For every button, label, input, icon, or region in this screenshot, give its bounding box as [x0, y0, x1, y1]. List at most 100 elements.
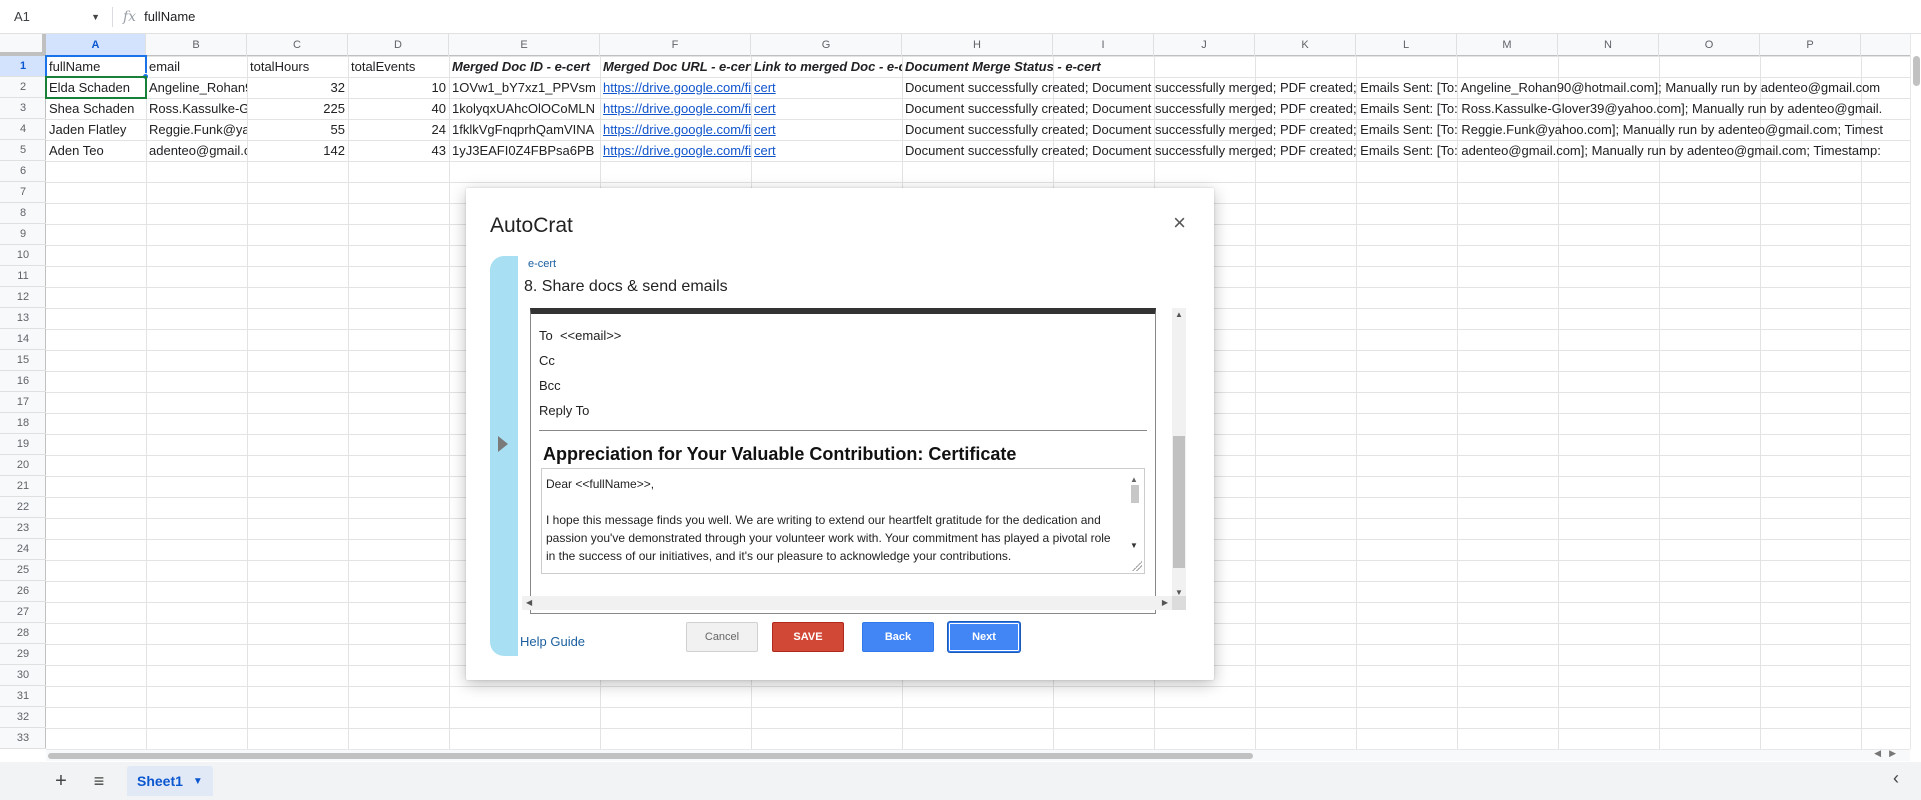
horizontal-scrollbar[interactable]: ◀▶	[46, 748, 1910, 761]
row-header[interactable]: 28	[0, 623, 46, 644]
row-header[interactable]: 11	[0, 266, 46, 287]
row-header[interactable]: 33	[0, 728, 46, 749]
header-cell-totalevents[interactable]: totalEvents	[348, 56, 449, 77]
cell-doc-id[interactable]: 1yJ3EAFI0Z4FBPsa6PB	[449, 140, 600, 161]
cell-fullname[interactable]: Shea Schaden	[46, 98, 146, 119]
back-button[interactable]: Back	[862, 622, 934, 652]
cancel-button[interactable]: Cancel	[686, 622, 758, 652]
row-header[interactable]: 27	[0, 602, 46, 623]
cell-merge-status[interactable]: Document successfully created; Document …	[902, 140, 1910, 161]
row-header[interactable]: 16	[0, 371, 46, 392]
column-header-a[interactable]: A	[46, 34, 146, 56]
cell-doc-url-link[interactable]: https://drive.google.com/file	[600, 119, 751, 140]
header-cell-totalhours[interactable]: totalHours	[247, 56, 348, 77]
row-header[interactable]: 32	[0, 707, 46, 728]
row-header[interactable]: 13	[0, 308, 46, 329]
header-cell-merge-status[interactable]: Document Merge Status - e-cert	[902, 56, 1302, 77]
add-sheet-button[interactable]: +	[47, 767, 75, 795]
close-icon[interactable]: ×	[1173, 212, 1186, 234]
row-header[interactable]: 1	[0, 56, 46, 77]
row-header[interactable]: 23	[0, 518, 46, 539]
header-cell-fullname[interactable]: fullName	[46, 56, 146, 77]
scroll-left-icon[interactable]: ◀	[526, 598, 532, 607]
cell-email[interactable]: Angeline_Rohan90@hotmail.com	[146, 77, 247, 98]
next-button[interactable]: Next	[948, 622, 1020, 652]
scroll-arrows-icon[interactable]: ◀▶	[1874, 748, 1904, 759]
to-field[interactable]: To <<email>>	[539, 328, 621, 343]
email-subject[interactable]: Appreciation for Your Valuable Contribut…	[543, 444, 1016, 465]
row-header[interactable]: 3	[0, 98, 46, 119]
chevron-down-icon[interactable]: ▼	[91, 12, 100, 22]
cell-doc-id[interactable]: 1OVw1_bY7xz1_PPVsm	[449, 77, 600, 98]
chevron-down-icon[interactable]: ▼	[193, 776, 203, 787]
row-header[interactable]: 15	[0, 350, 46, 371]
row-header[interactable]: 31	[0, 686, 46, 707]
to-value[interactable]: <<email>>	[560, 328, 621, 343]
cell-doc-url-link[interactable]: https://drive.google.com/file	[600, 140, 751, 161]
cell-email[interactable]: adenteo@gmail.com	[146, 140, 247, 161]
select-all-corner[interactable]	[0, 34, 46, 56]
expand-arrow-icon[interactable]	[498, 436, 508, 452]
cell-fullname[interactable]: Aden Teo	[46, 140, 146, 161]
header-cell-email[interactable]: email	[146, 56, 247, 77]
cell-total-hours[interactable]: 55	[247, 119, 348, 140]
column-header-b[interactable]: B	[146, 34, 247, 56]
column-header-j[interactable]: J	[1154, 34, 1255, 56]
row-header[interactable]: 2	[0, 77, 46, 98]
cell-total-events[interactable]: 43	[348, 140, 449, 161]
scrollbar-thumb[interactable]	[1173, 436, 1185, 568]
reply-to-field[interactable]: Reply To	[539, 403, 589, 418]
tab-sheet1[interactable]: Sheet1 ▼	[127, 766, 213, 796]
vertical-scrollbar[interactable]	[1910, 34, 1921, 749]
column-header-d[interactable]: D	[348, 34, 449, 56]
formula-input[interactable]: fullName	[144, 9, 195, 24]
cell-cert-link[interactable]: cert	[751, 77, 902, 98]
cell-total-hours[interactable]: 32	[247, 77, 348, 98]
cell-cert-link[interactable]: cert	[751, 98, 902, 119]
column-header-g[interactable]: G	[751, 34, 902, 56]
all-sheets-menu-icon[interactable]: ≡	[85, 767, 113, 795]
header-cell-merged-doc-url[interactable]: Merged Doc URL - e-cert	[600, 56, 751, 77]
cell-fullname[interactable]: Elda Schaden	[46, 77, 146, 98]
cell-email[interactable]: Ross.Kassulke-Glover39@yahoo.com	[146, 98, 247, 119]
cell-cert-link[interactable]: cert	[751, 140, 902, 161]
scrollbar-thumb[interactable]	[1131, 485, 1139, 503]
row-header[interactable]: 29	[0, 644, 46, 665]
cell-merge-status[interactable]: Document successfully created; Document …	[902, 98, 1910, 119]
cell-doc-url-link[interactable]: https://drive.google.com/file	[600, 77, 751, 98]
row-header[interactable]: 20	[0, 455, 46, 476]
email-body-textarea[interactable]: Dear <<fullName>>, I hope this message f…	[541, 468, 1145, 574]
row-header[interactable]: 8	[0, 203, 46, 224]
cell-doc-url-link[interactable]: https://drive.google.com/file	[600, 98, 751, 119]
column-header-f[interactable]: F	[600, 34, 751, 56]
cell-total-hours[interactable]: 142	[247, 140, 348, 161]
cell-total-events[interactable]: 24	[348, 119, 449, 140]
scroll-right-icon[interactable]: ▶	[1162, 598, 1168, 607]
cell-doc-id[interactable]: 1fklkVgFnqprhQamVINA	[449, 119, 600, 140]
row-header[interactable]: 21	[0, 476, 46, 497]
row-header[interactable]: 14	[0, 329, 46, 350]
row-header[interactable]: 6	[0, 161, 46, 182]
column-header-h[interactable]: H	[902, 34, 1053, 56]
column-header-k[interactable]: K	[1255, 34, 1356, 56]
column-header-c[interactable]: C	[247, 34, 348, 56]
row-header[interactable]: 5	[0, 140, 46, 161]
name-box[interactable]: A1 ▼	[6, 5, 106, 29]
save-button[interactable]: SAVE	[772, 622, 844, 652]
header-cell-link-merged-doc[interactable]: Link to merged Doc - e-cert	[751, 56, 902, 77]
scrollbar-thumb[interactable]	[48, 753, 1253, 759]
cell-total-hours[interactable]: 225	[247, 98, 348, 119]
column-header-p[interactable]: P	[1760, 34, 1861, 56]
cell-email[interactable]: Reggie.Funk@yahoo.com	[146, 119, 247, 140]
scrollbar-thumb[interactable]	[1913, 56, 1920, 86]
cell-merge-status[interactable]: Document successfully created; Document …	[902, 119, 1910, 140]
column-header-n[interactable]: N	[1558, 34, 1659, 56]
row-header[interactable]: 30	[0, 665, 46, 686]
row-header[interactable]: 12	[0, 287, 46, 308]
row-header[interactable]: 18	[0, 413, 46, 434]
cell-fullname[interactable]: Jaden Flatley	[46, 119, 146, 140]
resize-handle-icon[interactable]	[1132, 561, 1142, 571]
column-header-l[interactable]: L	[1356, 34, 1457, 56]
row-header[interactable]: 4	[0, 119, 46, 140]
row-header[interactable]: 26	[0, 581, 46, 602]
